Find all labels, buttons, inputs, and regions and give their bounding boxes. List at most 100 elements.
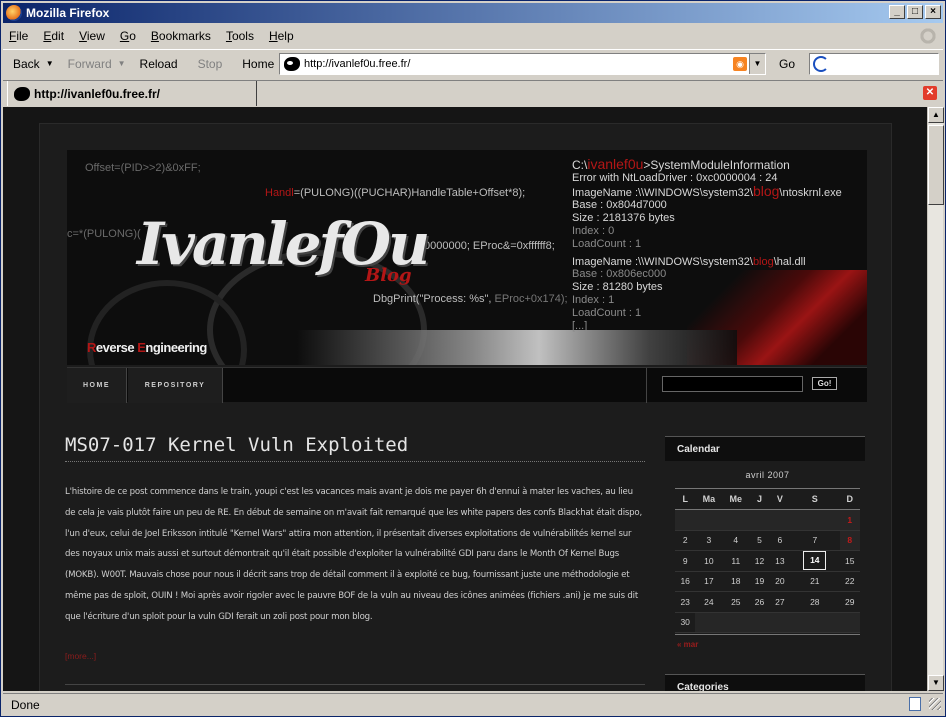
code-line: c=*(PULONG)( [67,228,141,240]
calendar-day: 16 [675,571,696,592]
calendar-day: 10 [695,550,723,572]
menu-go[interactable]: Go [120,29,136,43]
console-line: Error with NtLoadDriver : 0xc0000004 : 2… [572,171,778,184]
calendar-week: 9 10 11 12 13 14 15 [675,550,860,572]
calendar-day: 24 [695,591,723,613]
calendar-day: 25 [722,591,750,613]
read-more-link[interactable]: [more...] [65,651,96,661]
calendar-day: 2 [675,530,696,551]
calendar-day: 22 [839,571,860,592]
calendar-weekday: S [790,488,840,510]
calendar-prev-month-link[interactable]: « mar [677,640,698,649]
divider [65,684,645,685]
console-line: ImageName :\\WINDOWS\system32\blog\ntosk… [572,182,842,199]
calendar-weekday: Ma [695,488,723,510]
home-button[interactable]: Home [236,57,280,71]
calendar-header: Calendar [665,436,865,461]
calendar-empty-cell [749,509,770,531]
system-module-info: C:\ivanlef0u>SystemModuleInformation Err… [572,157,842,332]
calendar-table: L Ma Me J V S D 1 2 3 4 5 6 7 8 9 10 11 12 13 14 15 16 17 18 19 2… [675,488,860,633]
light-streak-decoration [297,330,737,365]
code-line: Handl=(PULONG)((PUCHAR)HandleTable+Offse… [265,187,526,199]
tab-bar: http://ivanlef0u.free.fr/ ✕ [3,80,943,106]
scroll-thumb[interactable] [928,125,944,205]
reload-button[interactable]: Reload [134,57,184,71]
scroll-up-icon[interactable]: ▲ [928,107,944,123]
close-button[interactable]: × [925,5,941,19]
calendar-day: 21 [790,571,840,592]
search-field[interactable] [809,53,939,75]
calendar-day: 19 [749,571,770,592]
console-line: Index : 1 [572,293,615,306]
close-tab-icon[interactable]: ✕ [923,86,937,100]
console-line: Size : 2181376 bytes [572,212,675,225]
calendar-today: 14 [790,550,840,572]
resize-grip-icon[interactable] [929,698,941,710]
menu-edit[interactable]: Edit [43,29,64,43]
calendar-day: 18 [722,571,750,592]
status-text: Done [11,697,40,712]
vertical-scrollbar[interactable]: ▲ ▼ [927,107,944,691]
menu-file[interactable]: File [9,29,28,43]
title-bar: Mozilla Firefox _ □ × [3,3,943,23]
address-bar[interactable]: http://ivanlef0u.free.fr/ ◉ ▼ [279,53,766,75]
calendar-day: 7 [790,530,840,551]
calendar-day: 26 [749,591,770,613]
calendar-empty-cell [769,509,791,531]
tab-title: http://ivanlef0u.free.fr/ [34,86,161,101]
google-icon[interactable] [813,56,829,72]
code-line: 0000000; EProc&=0xffffff8; [424,240,555,252]
site-search: Go! [646,368,867,403]
calendar-weekday: J [749,488,770,510]
calendar-day: 4 [722,530,750,551]
calendar-weekday: V [769,488,791,510]
calendar-day: 29 [839,591,860,613]
back-dropdown-icon[interactable]: ▼ [46,59,54,68]
console-line: Base : 0x804d7000 [572,199,667,212]
page-info-icon[interactable] [909,697,921,711]
calendar-day: 11 [722,550,750,572]
site-search-button[interactable]: Go! [812,377,837,390]
minimize-button[interactable]: _ [889,5,905,19]
nav-repository-link[interactable]: REPOSITORY [128,368,223,403]
rss-feed-icon[interactable]: ◉ [733,57,747,71]
site-favicon-icon [284,57,300,71]
address-url[interactable]: http://ivanlef0u.free.fr/ [304,58,410,70]
divider [65,461,645,462]
calendar-day[interactable]: 8 [839,530,860,551]
calendar-empty-cell [790,612,840,633]
calendar-weekday: L [675,488,696,510]
calendar-empty-cell [839,612,860,633]
back-button[interactable]: Back [7,57,46,71]
tab-active[interactable]: http://ivanlef0u.free.fr/ [7,81,257,106]
maximize-button[interactable]: □ [907,5,923,19]
nav-home-link[interactable]: HOME [67,368,127,403]
page-viewport: Offset=(PID>>2)&0xFF; Handl=(PULONG)((PU… [3,107,927,691]
scroll-down-icon[interactable]: ▼ [928,675,944,691]
logo-blog-text: Blog [365,265,412,286]
go-button[interactable]: Go [779,57,795,71]
forward-button[interactable]: Forward [62,57,118,71]
calendar-empty-cell [769,612,791,633]
post-title[interactable]: MS07-017 Kernel Vuln Exploited [65,434,408,456]
calendar-day: 30 [675,612,696,633]
forward-dropdown-icon[interactable]: ▼ [118,59,126,68]
menu-bookmarks[interactable]: Bookmarks [151,29,211,43]
calendar-day: 20 [769,571,791,592]
console-line: LoadCount : 1 [572,237,642,250]
console-line: [...] [572,319,588,332]
firefox-icon [6,5,22,21]
menu-help[interactable]: Help [269,29,294,43]
calendar-weekday: Me [722,488,750,510]
throbber-icon [919,27,937,45]
site-search-input[interactable] [662,376,803,392]
stop-button[interactable]: Stop [192,57,229,71]
menu-tools[interactable]: Tools [226,29,254,43]
calendar-day: 17 [695,571,723,592]
menu-view[interactable]: View [79,29,105,43]
address-dropdown-icon[interactable]: ▼ [749,54,765,74]
window-title: Mozilla Firefox [26,6,110,20]
tagline: Reverse Engineering [87,340,207,355]
blog-page: Offset=(PID>>2)&0xFF; Handl=(PULONG)((PU… [39,123,892,691]
calendar-day[interactable]: 1 [839,509,860,531]
